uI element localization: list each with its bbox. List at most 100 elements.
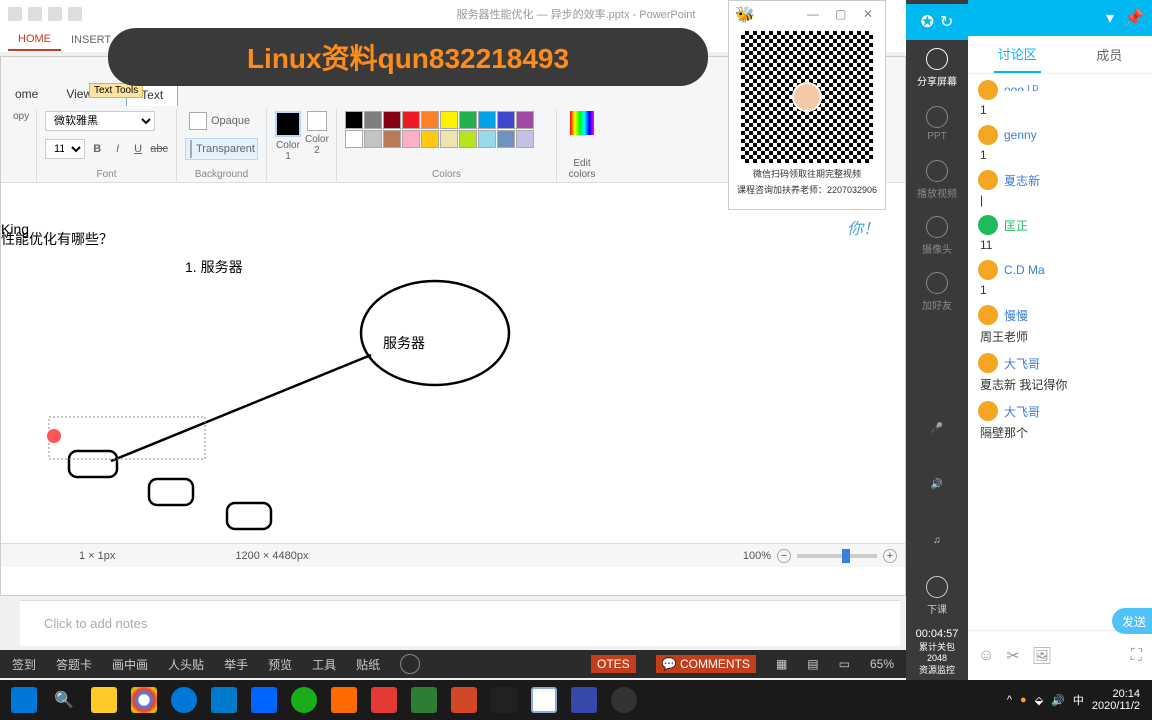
- image-icon[interactable]: 🖼: [1032, 646, 1052, 666]
- color2-swatch[interactable]: [307, 111, 327, 131]
- opaque-option[interactable]: Opaque: [185, 111, 258, 131]
- obs-icon[interactable]: [604, 680, 644, 720]
- tb-quiz[interactable]: 答题卡: [56, 656, 92, 673]
- tray-up-icon[interactable]: ^: [1007, 694, 1012, 706]
- pin-icon[interactable]: 📌: [1124, 8, 1144, 28]
- terminal-icon[interactable]: [484, 680, 524, 720]
- side-camera[interactable]: 摄像头: [906, 208, 968, 264]
- wechat-icon[interactable]: [284, 680, 324, 720]
- tb-pip[interactable]: 画中画: [112, 656, 148, 673]
- font-group-label: Font: [45, 169, 168, 180]
- zoom-out-button[interactable]: −: [777, 549, 791, 563]
- globe-icon: ✪: [921, 12, 934, 32]
- transparent-option[interactable]: Transparent: [185, 138, 258, 160]
- classroom-toolbar: 签到 答题卡 画中画 人头贴 举手 预览 工具 贴纸 OTES 💬 COMMEN…: [0, 650, 906, 678]
- edit-colors-button[interactable]: Edit colors: [557, 109, 607, 182]
- emoji-icon[interactable]: ☺: [978, 647, 994, 665]
- app3-icon[interactable]: [364, 680, 404, 720]
- vbox-icon[interactable]: [404, 680, 444, 720]
- chrome-icon[interactable]: [124, 680, 164, 720]
- windows-taskbar: 🔍 ^ ● ⬙ 🔊 中 20:14 2020/11/2: [0, 680, 1152, 720]
- redo-icon[interactable]: [48, 7, 62, 21]
- tray-volume-icon[interactable]: 🔊: [1051, 694, 1065, 707]
- underline-button[interactable]: U: [130, 140, 146, 158]
- cursor-position: 1 × 1px: [79, 550, 115, 562]
- maximize-button[interactable]: ▢: [835, 7, 849, 21]
- speaker-icon[interactable]: 🔊: [906, 456, 968, 512]
- view-sorter-icon[interactable]: ▤: [807, 657, 818, 671]
- tb-preview[interactable]: 预览: [268, 656, 292, 673]
- chat-message: 匡正11: [978, 215, 1142, 252]
- expand-icon[interactable]: ⛶: [1131, 647, 1142, 665]
- tb-sticker[interactable]: 人头贴: [168, 656, 204, 673]
- power-icon[interactable]: [400, 654, 420, 674]
- app2-icon[interactable]: [324, 680, 364, 720]
- minimize-button[interactable]: —: [807, 7, 821, 21]
- chat-sidebar-top[interactable]: ✪ ↻: [906, 4, 968, 40]
- qr-caption2: 课程咨询加扶养老师：2207032906: [729, 183, 885, 199]
- mic-icon[interactable]: 🎤: [906, 400, 968, 456]
- chat-message-list[interactable]: ᴖᴖᴖ ᴵ ᴰ1 genny1 夏志新| 匡正11 C.D Ma1 慢慢周王老师…: [968, 74, 1152, 630]
- start-button[interactable]: [4, 680, 44, 720]
- scissors-icon[interactable]: ✂: [1006, 646, 1019, 666]
- zoom-slider[interactable]: [797, 554, 877, 558]
- side-addfriend[interactable]: 加好友: [906, 264, 968, 320]
- end-class-button[interactable]: 下课: [906, 568, 968, 624]
- edge-icon[interactable]: [164, 680, 204, 720]
- qr-caption1: 微信扫码领取往期完整视频: [729, 167, 885, 183]
- ime-indicator[interactable]: 中: [1073, 692, 1084, 708]
- tray-icon1[interactable]: ●: [1020, 694, 1027, 706]
- chat-message: C.D Ma1: [978, 260, 1142, 297]
- paint-canvas[interactable]: King 性能优化有哪些？ 1. 服务器 服务器 你！: [1, 183, 905, 543]
- close-button[interactable]: ✕: [863, 7, 877, 21]
- music-icon[interactable]: ♫: [906, 512, 968, 568]
- palette-group: Colors: [337, 109, 557, 182]
- ppt-zoom: 65%: [870, 657, 894, 671]
- chevron-down-icon[interactable]: ▾: [1106, 8, 1114, 28]
- tb-tools[interactable]: 工具: [312, 656, 336, 673]
- tb-signin[interactable]: 签到: [12, 656, 36, 673]
- tb-paste[interactable]: 贴纸: [356, 656, 380, 673]
- font-family-select[interactable]: 微软雅黑: [45, 111, 155, 131]
- undo-icon[interactable]: [28, 7, 42, 21]
- zoom-in-button[interactable]: +: [883, 549, 897, 563]
- chat-message: 大飞哥隔壁那个: [978, 401, 1142, 441]
- paint-tab-home[interactable]: ome: [1, 83, 52, 105]
- tray-icon2[interactable]: ⬙: [1035, 694, 1043, 707]
- paint-taskbar-icon[interactable]: [524, 680, 564, 720]
- color1-swatch[interactable]: [275, 111, 301, 137]
- powerpoint-taskbar-icon[interactable]: [444, 680, 484, 720]
- view-reading-icon[interactable]: ▭: [839, 657, 850, 671]
- save-icon[interactable]: [8, 7, 22, 21]
- tab-discuss[interactable]: 讨论区: [994, 36, 1041, 73]
- side-ppt[interactable]: PPT: [906, 96, 968, 152]
- share-screen-button[interactable]: 分享屏幕: [906, 40, 968, 96]
- avatar: [978, 215, 998, 235]
- strike-button[interactable]: abc: [150, 140, 168, 158]
- tab-home[interactable]: HOME: [8, 29, 61, 51]
- side-video[interactable]: 播放视频: [906, 152, 968, 208]
- explorer-icon[interactable]: [84, 680, 124, 720]
- app4-icon[interactable]: [564, 680, 604, 720]
- bold-button[interactable]: B: [89, 140, 105, 158]
- class-timer: 00:04:57 累计关包 2048 资源监控: [912, 624, 963, 680]
- tb-hand[interactable]: 举手: [224, 656, 248, 673]
- view-normal-icon[interactable]: ▦: [776, 657, 787, 671]
- tab-members[interactable]: 成员: [1092, 37, 1126, 72]
- chat-message: 夏志新|: [978, 170, 1142, 207]
- color-palette[interactable]: [345, 111, 548, 148]
- italic-button[interactable]: I: [109, 140, 125, 158]
- search-icon[interactable]: 🔍: [44, 680, 84, 720]
- ppt-comments-button[interactable]: 💬 COMMENTS: [656, 655, 756, 673]
- vscode-icon[interactable]: [204, 680, 244, 720]
- start-icon[interactable]: [68, 7, 82, 21]
- ppt-notes-button[interactable]: OTES: [591, 655, 636, 673]
- font-size-select[interactable]: 11: [45, 139, 85, 159]
- qr-popup-window: 🐝 — ▢ ✕ 微信扫码领取往期完整视频 课程咨询加扶养老师：220703290…: [728, 0, 886, 210]
- app-icon[interactable]: [244, 680, 284, 720]
- taskbar-time[interactable]: 20:14: [1092, 688, 1140, 700]
- notes-pane[interactable]: Click to add notes: [20, 600, 900, 646]
- taskbar-date[interactable]: 2020/11/2: [1092, 700, 1140, 712]
- window-title: 服务器性能优化 — 异步的效率.pptx - PowerPoint: [457, 6, 696, 22]
- send-button[interactable]: 发送: [1112, 608, 1152, 634]
